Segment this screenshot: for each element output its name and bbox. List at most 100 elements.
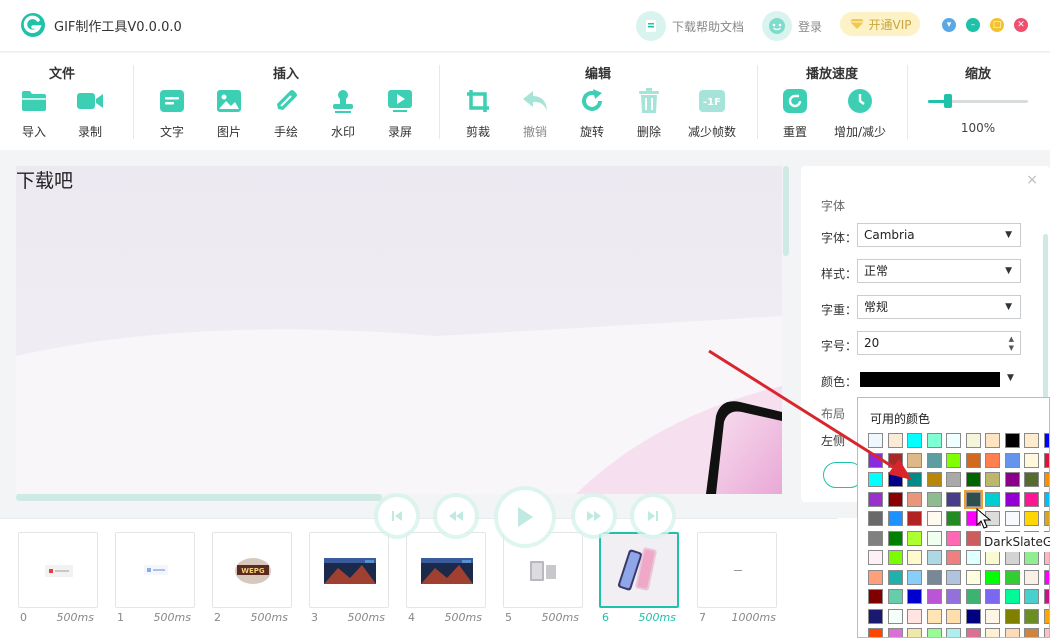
color-swatch-cell[interactable] xyxy=(1044,550,1049,565)
panel-close-icon[interactable]: × xyxy=(1026,172,1038,188)
color-swatch-cell[interactable] xyxy=(888,433,903,448)
color-swatch-cell[interactable] xyxy=(1005,570,1020,585)
preview-canvas[interactable]: 下载吧 xyxy=(16,166,782,494)
text-tool-button[interactable]: 文字 xyxy=(146,87,198,140)
color-swatch-cell[interactable] xyxy=(868,628,883,637)
frame-thumbnail[interactable] xyxy=(697,532,777,608)
color-swatch-cell[interactable] xyxy=(927,589,942,604)
color-swatch-cell[interactable] xyxy=(888,628,903,637)
font-size-stepper[interactable]: 20 ▲ ▼ xyxy=(857,331,1021,355)
color-swatch-cell[interactable] xyxy=(1044,628,1049,637)
color-swatch-cell[interactable] xyxy=(927,453,942,468)
color-swatch-cell[interactable] xyxy=(927,628,942,637)
color-swatch-cell[interactable] xyxy=(927,492,942,507)
increment-icon[interactable]: ▲ xyxy=(1009,335,1014,343)
color-swatch-cell[interactable] xyxy=(907,609,922,624)
help-doc-button[interactable]: 下载帮助文档 xyxy=(636,10,744,42)
color-swatch-cell[interactable] xyxy=(966,531,981,546)
color-swatch-cell[interactable] xyxy=(927,433,942,448)
color-swatch-cell[interactable] xyxy=(1044,453,1049,468)
color-swatch-cell[interactable] xyxy=(966,570,981,585)
color-swatch-cell[interactable] xyxy=(868,531,883,546)
frame-thumbnail[interactable] xyxy=(309,532,389,608)
color-swatch-cell[interactable] xyxy=(868,453,883,468)
color-swatch-cell[interactable] xyxy=(985,453,1000,468)
color-swatch-cell[interactable] xyxy=(927,531,942,546)
color-swatch-cell[interactable] xyxy=(907,492,922,507)
color-swatch-cell[interactable] xyxy=(1044,570,1049,585)
color-swatch-cell[interactable] xyxy=(1044,492,1049,507)
color-swatch-cell[interactable] xyxy=(1044,433,1049,448)
delete-button[interactable]: 删除 xyxy=(623,87,675,140)
color-swatch-cell[interactable] xyxy=(1024,550,1039,565)
rotate-button[interactable]: 旋转 xyxy=(566,87,618,140)
login-button[interactable]: 登录 xyxy=(762,10,822,42)
color-swatch-cell[interactable] xyxy=(907,589,922,604)
color-swatch-cell[interactable] xyxy=(1005,628,1020,637)
canvas-vertical-scrollbar[interactable] xyxy=(783,166,789,256)
color-swatch-cell[interactable] xyxy=(907,531,922,546)
draw-tool-button[interactable]: 手绘 xyxy=(260,87,312,140)
frame-duration[interactable]: 500ms xyxy=(422,611,482,624)
frame-duration[interactable]: 500ms xyxy=(228,611,288,624)
color-swatch-cell[interactable] xyxy=(1044,472,1049,487)
first-frame-button[interactable] xyxy=(378,497,416,535)
color-swatch-cell[interactable] xyxy=(966,453,981,468)
font-style-select[interactable]: 正常 ▼ xyxy=(857,259,1021,283)
color-swatch-cell[interactable] xyxy=(1044,589,1049,604)
color-swatch-cell[interactable] xyxy=(985,628,1000,637)
canvas-horizontal-scrollbar[interactable] xyxy=(16,494,382,501)
color-swatch-cell[interactable] xyxy=(946,570,961,585)
adjust-speed-button[interactable]: 增加/减少 xyxy=(834,87,886,140)
image-tool-button[interactable]: 图片 xyxy=(203,87,255,140)
color-swatch-cell[interactable] xyxy=(985,492,1000,507)
color-swatch-cell[interactable] xyxy=(946,550,961,565)
screen-record-button[interactable]: 录屏 xyxy=(374,87,426,140)
color-swatch-cell[interactable] xyxy=(927,609,942,624)
canvas-overlay-text[interactable]: 下载吧 xyxy=(16,166,73,193)
color-swatch-cell[interactable] xyxy=(1005,550,1020,565)
color-swatch-cell[interactable] xyxy=(868,472,883,487)
color-swatch-cell[interactable] xyxy=(868,570,883,585)
color-swatch-cell[interactable] xyxy=(888,492,903,507)
color-swatch-cell[interactable] xyxy=(907,433,922,448)
color-swatch-cell[interactable] xyxy=(1005,453,1020,468)
color-swatch-cell[interactable] xyxy=(966,472,981,487)
color-swatch-cell[interactable] xyxy=(868,433,883,448)
color-swatch-cell[interactable] xyxy=(985,550,1000,565)
decrement-icon[interactable]: ▼ xyxy=(1009,344,1014,352)
next-frame-button[interactable] xyxy=(575,497,613,535)
font-family-select[interactable]: Cambria ▼ xyxy=(857,223,1021,247)
frame-thumbnail-selected[interactable] xyxy=(599,532,679,608)
color-swatch-cell[interactable] xyxy=(966,550,981,565)
color-swatch-cell[interactable] xyxy=(1024,453,1039,468)
color-swatch-cell[interactable] xyxy=(1005,492,1020,507)
frame-duration[interactable]: 500ms xyxy=(131,611,191,624)
frame-thumbnail[interactable] xyxy=(18,532,98,608)
frame-duration-selected[interactable]: 500ms xyxy=(616,611,676,624)
zoom-slider-handle[interactable] xyxy=(944,94,952,108)
play-button[interactable] xyxy=(498,490,552,544)
color-swatch-cell[interactable] xyxy=(946,511,961,526)
record-button[interactable]: 录制 xyxy=(64,87,116,140)
previous-frame-button[interactable] xyxy=(437,497,475,535)
color-swatch-cell[interactable] xyxy=(1024,589,1039,604)
color-swatch-cell[interactable] xyxy=(868,492,883,507)
color-swatch-cell[interactable] xyxy=(888,550,903,565)
frame-duration[interactable]: 1000ms xyxy=(716,611,776,624)
frame-duration[interactable]: 500ms xyxy=(325,611,385,624)
color-swatch-cell[interactable] xyxy=(985,609,1000,624)
color-swatch-cell[interactable] xyxy=(1005,433,1020,448)
color-swatch-cell[interactable] xyxy=(907,550,922,565)
frame-duration[interactable]: 500ms xyxy=(34,611,94,624)
color-swatch-cell[interactable] xyxy=(985,433,1000,448)
color-swatch-cell[interactable] xyxy=(1024,511,1039,526)
color-swatch-cell[interactable] xyxy=(888,531,903,546)
color-swatch-cell[interactable] xyxy=(1005,472,1020,487)
color-swatch-cell[interactable] xyxy=(907,570,922,585)
color-swatch-cell[interactable] xyxy=(946,531,961,546)
color-swatch-cell[interactable] xyxy=(888,609,903,624)
color-swatch-cell[interactable] xyxy=(1024,492,1039,507)
color-swatch-cell[interactable] xyxy=(868,589,883,604)
close-icon[interactable]: ✕ xyxy=(1014,18,1028,32)
